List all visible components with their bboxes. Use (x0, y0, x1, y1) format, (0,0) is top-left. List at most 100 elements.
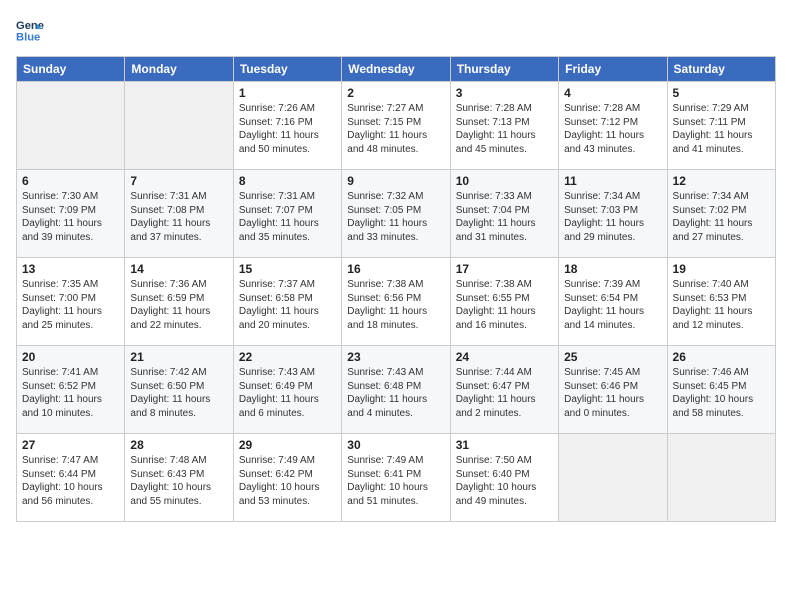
calendar-cell (125, 82, 233, 170)
calendar-cell: 7Sunrise: 7:31 AMSunset: 7:08 PMDaylight… (125, 170, 233, 258)
day-number: 10 (456, 174, 553, 188)
svg-text:General: General (16, 20, 44, 32)
calendar-cell: 6Sunrise: 7:30 AMSunset: 7:09 PMDaylight… (17, 170, 125, 258)
col-header-saturday: Saturday (667, 57, 775, 82)
calendar-cell: 17 Sunrise: 7:38 AMSunset: 6:55 PMDayligh… (450, 258, 558, 346)
calendar-cell: 19 Sunrise: 7:40 AMSunset: 6:53 PMDayligh… (667, 258, 775, 346)
calendar-cell (667, 434, 775, 522)
day-number: 13 (22, 262, 119, 276)
calendar-cell: 12 Sunrise: 7:34 AMSunset: 7:02 PMDayligh… (667, 170, 775, 258)
calendar-cell (17, 82, 125, 170)
calendar-cell: 22 Sunrise: 7:43 AMSunset: 6:49 PMDayligh… (233, 346, 341, 434)
day-details: Sunrise: 7:34 AMSunset: 7:02 PMDaylight:… (673, 190, 770, 244)
col-header-friday: Friday (559, 57, 667, 82)
col-header-wednesday: Wednesday (342, 57, 450, 82)
day-number: 31 (456, 438, 553, 452)
day-details: Sunrise: 7:31 AMSunset: 7:07 PMDaylight:… (239, 190, 336, 244)
calendar-cell: 16 Sunrise: 7:38 AMSunset: 6:56 PMDayligh… (342, 258, 450, 346)
calendar-cell: 23 Sunrise: 7:43 AMSunset: 6:48 PMDayligh… (342, 346, 450, 434)
col-header-monday: Monday (125, 57, 233, 82)
calendar-cell: 30Sunrise: 7:49 AMSunset: 6:41 PMDayligh… (342, 434, 450, 522)
calendar-cell: 2 Sunrise: 7:27 AMSunset: 7:15 PMDaylight… (342, 82, 450, 170)
day-number: 3 (456, 86, 553, 100)
day-number: 29 (239, 438, 336, 452)
day-details: Sunrise: 7:32 AMSunset: 7:05 PMDaylight:… (347, 190, 444, 244)
day-number: 1 (239, 86, 336, 100)
day-details: Sunrise: 7:33 AMSunset: 7:04 PMDaylight:… (456, 190, 553, 244)
day-number: 17 (456, 262, 553, 276)
day-details: Sunrise: 7:29 AMSunset: 7:11 PMDaylight:… (673, 102, 770, 156)
day-details: Sunrise: 7:42 AMSunset: 6:50 PMDaylight:… (130, 366, 227, 420)
day-details: Sunrise: 7:37 AMSunset: 6:58 PMDaylight:… (239, 278, 336, 332)
col-header-tuesday: Tuesday (233, 57, 341, 82)
day-number: 26 (673, 350, 770, 364)
week-row-2: 6Sunrise: 7:30 AMSunset: 7:09 PMDaylight… (17, 170, 776, 258)
calendar-cell: 24 Sunrise: 7:44 AMSunset: 6:47 PMDayligh… (450, 346, 558, 434)
day-number: 19 (673, 262, 770, 276)
calendar-cell: 10 Sunrise: 7:33 AMSunset: 7:04 PMDayligh… (450, 170, 558, 258)
calendar-cell: 8 Sunrise: 7:31 AMSunset: 7:07 PMDaylight… (233, 170, 341, 258)
day-details: Sunrise: 7:41 AMSunset: 6:52 PMDaylight:… (22, 366, 119, 420)
day-details: Sunrise: 7:34 AMSunset: 7:03 PMDaylight:… (564, 190, 661, 244)
day-details: Sunrise: 7:45 AMSunset: 6:46 PMDaylight:… (564, 366, 661, 420)
col-header-thursday: Thursday (450, 57, 558, 82)
week-row-1: 1 Sunrise: 7:26 AMSunset: 7:16 PMDaylight… (17, 82, 776, 170)
day-details: Sunrise: 7:36 AMSunset: 6:59 PMDaylight:… (130, 278, 227, 332)
calendar-cell: 14 Sunrise: 7:36 AMSunset: 6:59 PMDayligh… (125, 258, 233, 346)
day-details: Sunrise: 7:38 AMSunset: 6:55 PMDaylight:… (456, 278, 553, 332)
day-number: 14 (130, 262, 227, 276)
calendar-cell: 15 Sunrise: 7:37 AMSunset: 6:58 PMDayligh… (233, 258, 341, 346)
calendar-cell: 25 Sunrise: 7:45 AMSunset: 6:46 PMDayligh… (559, 346, 667, 434)
day-number: 25 (564, 350, 661, 364)
day-number: 28 (130, 438, 227, 452)
day-details: Sunrise: 7:26 AMSunset: 7:16 PMDaylight:… (239, 102, 336, 156)
day-number: 8 (239, 174, 336, 188)
calendar-cell: 26 Sunrise: 7:46 AMSunset: 6:45 PMDayligh… (667, 346, 775, 434)
calendar-cell: 27Sunrise: 7:47 AMSunset: 6:44 PMDayligh… (17, 434, 125, 522)
day-number: 22 (239, 350, 336, 364)
day-number: 11 (564, 174, 661, 188)
calendar-cell: 21Sunrise: 7:42 AMSunset: 6:50 PMDayligh… (125, 346, 233, 434)
day-details: Sunrise: 7:43 AMSunset: 6:48 PMDaylight:… (347, 366, 444, 420)
calendar-cell: 1 Sunrise: 7:26 AMSunset: 7:16 PMDaylight… (233, 82, 341, 170)
day-number: 12 (673, 174, 770, 188)
calendar-cell (559, 434, 667, 522)
day-number: 4 (564, 86, 661, 100)
day-details: Sunrise: 7:39 AMSunset: 6:54 PMDaylight:… (564, 278, 661, 332)
week-row-4: 20 Sunrise: 7:41 AMSunset: 6:52 PMDayligh… (17, 346, 776, 434)
day-number: 24 (456, 350, 553, 364)
calendar-cell: 29 Sunrise: 7:49 AMSunset: 6:42 PMDayligh… (233, 434, 341, 522)
day-number: 7 (130, 174, 227, 188)
day-details: Sunrise: 7:40 AMSunset: 6:53 PMDaylight:… (673, 278, 770, 332)
day-details: Sunrise: 7:44 AMSunset: 6:47 PMDaylight:… (456, 366, 553, 420)
day-number: 16 (347, 262, 444, 276)
day-details: Sunrise: 7:28 AMSunset: 7:13 PMDaylight:… (456, 102, 553, 156)
calendar-cell: 20 Sunrise: 7:41 AMSunset: 6:52 PMDayligh… (17, 346, 125, 434)
day-number: 2 (347, 86, 444, 100)
calendar-cell: 31 Sunrise: 7:50 AMSunset: 6:40 PMDayligh… (450, 434, 558, 522)
day-details: Sunrise: 7:27 AMSunset: 7:15 PMDaylight:… (347, 102, 444, 156)
day-number: 5 (673, 86, 770, 100)
day-number: 18 (564, 262, 661, 276)
day-number: 20 (22, 350, 119, 364)
day-number: 6 (22, 174, 119, 188)
day-number: 15 (239, 262, 336, 276)
calendar-table: SundayMondayTuesdayWednesdayThursdayFrid… (16, 56, 776, 522)
col-header-sunday: Sunday (17, 57, 125, 82)
day-details: Sunrise: 7:46 AMSunset: 6:45 PMDaylight:… (673, 366, 770, 420)
calendar-cell: 28Sunrise: 7:48 AMSunset: 6:43 PMDayligh… (125, 434, 233, 522)
logo: General Blue (16, 16, 48, 44)
calendar-cell: 18 Sunrise: 7:39 AMSunset: 6:54 PMDayligh… (559, 258, 667, 346)
day-details: Sunrise: 7:35 AMSunset: 7:00 PMDaylight:… (22, 278, 119, 332)
day-details: Sunrise: 7:49 AMSunset: 6:42 PMDaylight:… (239, 454, 336, 508)
calendar-cell: 5 Sunrise: 7:29 AMSunset: 7:11 PMDaylight… (667, 82, 775, 170)
day-details: Sunrise: 7:38 AMSunset: 6:56 PMDaylight:… (347, 278, 444, 332)
calendar-cell: 3 Sunrise: 7:28 AMSunset: 7:13 PMDaylight… (450, 82, 558, 170)
day-number: 23 (347, 350, 444, 364)
day-number: 30 (347, 438, 444, 452)
svg-text:Blue: Blue (16, 31, 40, 43)
header-row: SundayMondayTuesdayWednesdayThursdayFrid… (17, 57, 776, 82)
day-details: Sunrise: 7:50 AMSunset: 6:40 PMDaylight:… (456, 454, 553, 508)
day-details: Sunrise: 7:43 AMSunset: 6:49 PMDaylight:… (239, 366, 336, 420)
day-details: Sunrise: 7:28 AMSunset: 7:12 PMDaylight:… (564, 102, 661, 156)
